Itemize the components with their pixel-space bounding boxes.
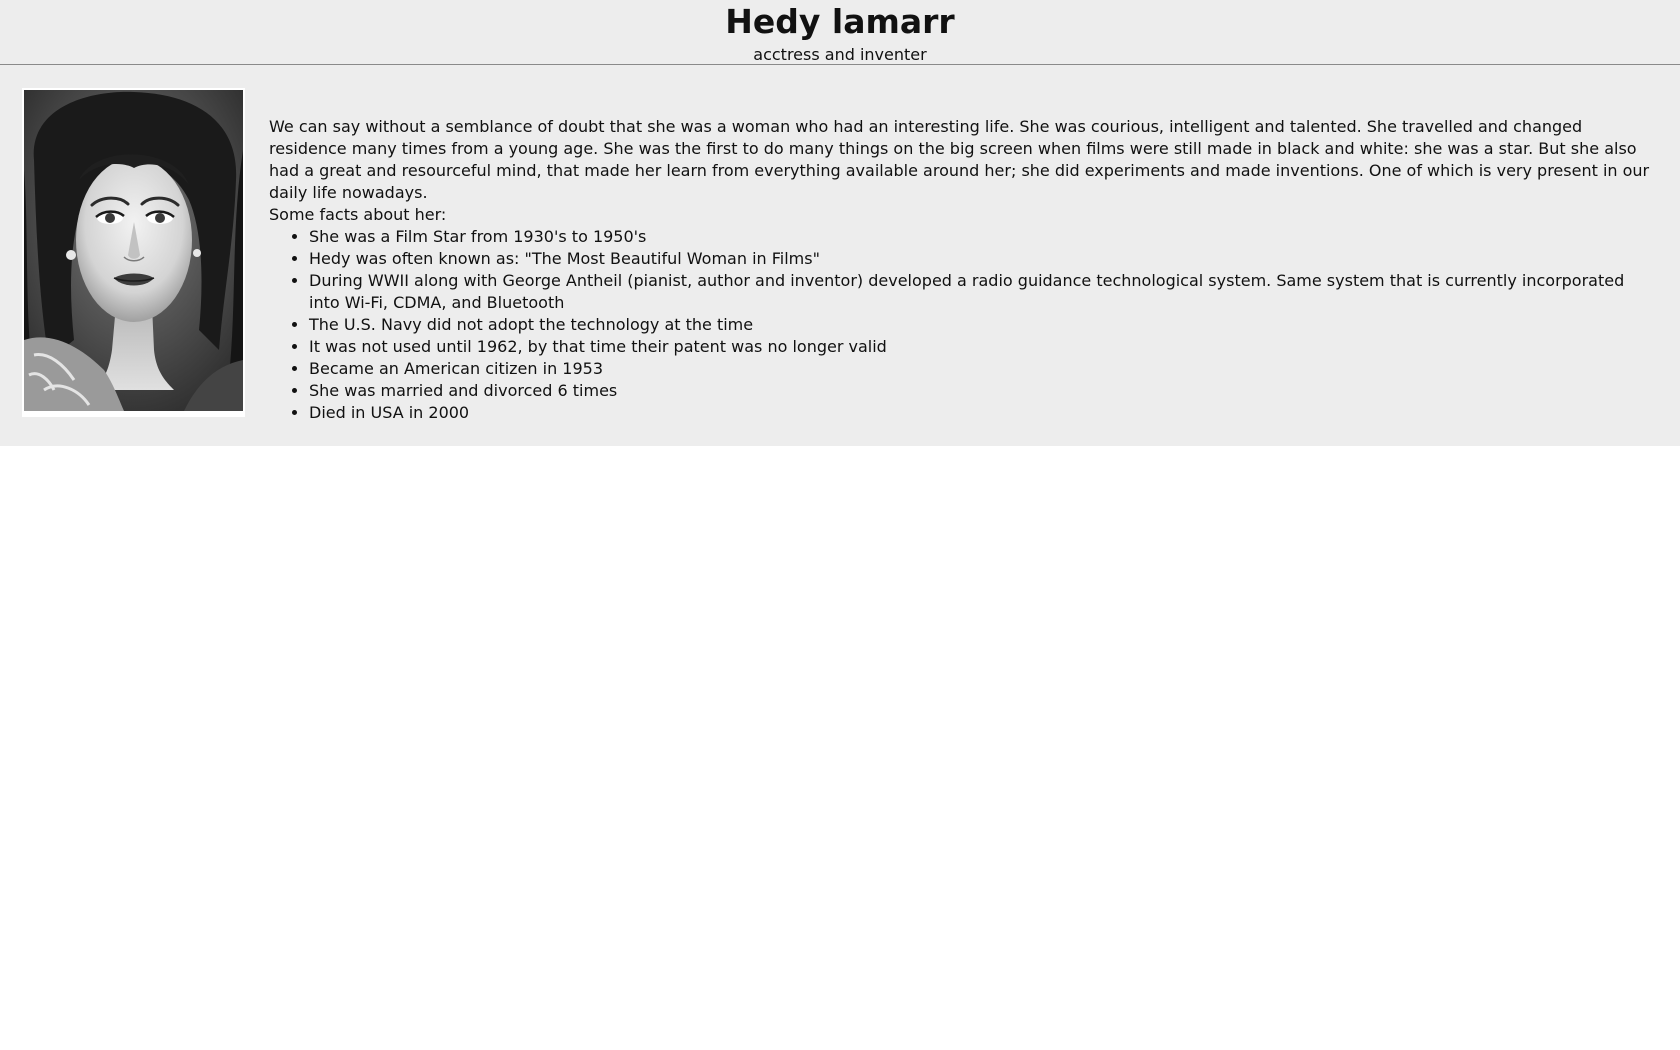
fact-item: The U.S. Navy did not adopt the technolo… — [309, 314, 1656, 336]
portrait-frame — [22, 88, 245, 417]
fact-item: She was a Film Star from 1930's to 1950'… — [309, 226, 1656, 248]
fact-item: Died in USA in 2000 — [309, 402, 1656, 424]
article-body: We can say without a semblance of doubt … — [245, 88, 1656, 424]
fact-item: During WWII along with George Antheil (p… — [309, 270, 1656, 314]
fact-item: Became an American citizen in 1953 — [309, 358, 1656, 380]
facts-list: She was a Film Star from 1930's to 1950'… — [269, 226, 1656, 424]
fact-item: It was not used until 1962, by that time… — [309, 336, 1656, 358]
page-header: Hedy lamarr acctress and inventer — [0, 0, 1680, 65]
fact-item: She was married and divorced 6 times — [309, 380, 1656, 402]
portrait-image — [24, 90, 243, 411]
facts-heading: Some facts about her: — [269, 205, 447, 224]
intro-paragraph: We can say without a semblance of doubt … — [269, 117, 1650, 202]
page-title: Hedy lamarr — [725, 2, 955, 41]
main-content: We can say without a semblance of doubt … — [0, 65, 1680, 446]
fact-item: Hedy was often known as: "The Most Beaut… — [309, 248, 1656, 270]
page-subtitle: acctress and inventer — [753, 45, 927, 64]
page: Hedy lamarr acctress and inventer We can… — [0, 0, 1680, 446]
